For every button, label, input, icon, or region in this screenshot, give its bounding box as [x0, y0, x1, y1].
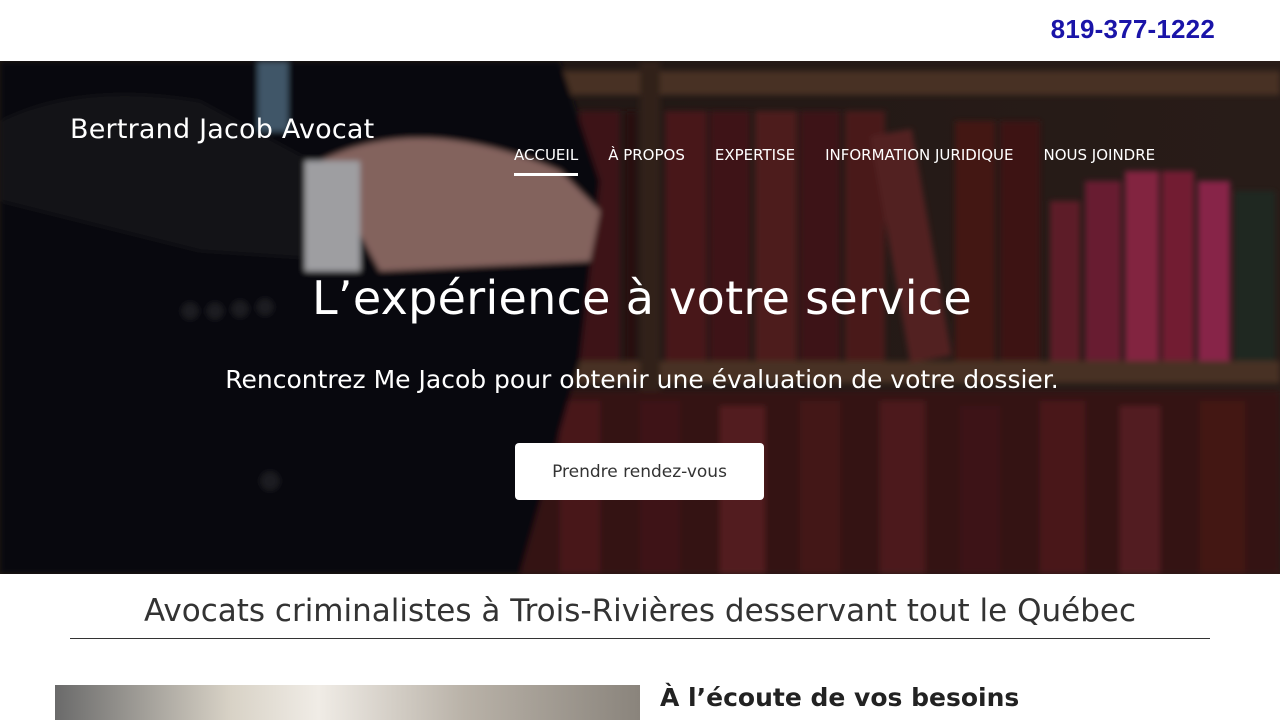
book-appointment-button[interactable]: Prendre rendez-vous [515, 443, 764, 500]
section-title: Avocats criminalistes à Trois-Rivières d… [144, 593, 1136, 629]
nav-nous-joindre[interactable]: NOUS JOINDRE [1044, 146, 1156, 176]
top-bar: 819-377-1222 [0, 0, 1280, 61]
nav-a-propos[interactable]: À PROPOS [608, 146, 685, 176]
site-brand[interactable]: Bertrand Jacob Avocat [70, 114, 374, 145]
nav-expertise[interactable]: EXPERTISE [715, 146, 795, 176]
feature-heading: À l’écoute de vos besoins [660, 683, 1020, 712]
phone-link[interactable]: 819-377-1222 [1051, 14, 1215, 45]
section-divider [70, 638, 1210, 639]
feature-image [55, 685, 640, 720]
nav-information-juridique[interactable]: INFORMATION JURIDIQUE [825, 146, 1013, 176]
hero-title: L’expérience à votre service [311, 271, 973, 325]
hero-subtitle: Rencontrez Me Jacob pour obtenir une éva… [225, 365, 1059, 394]
main-nav: ACCUEIL À PROPOS EXPERTISE INFORMATION J… [514, 146, 1155, 176]
nav-accueil[interactable]: ACCUEIL [514, 146, 579, 176]
hero-banner: Bertrand Jacob Avocat ACCUEIL À PROPOS E… [0, 61, 1280, 574]
